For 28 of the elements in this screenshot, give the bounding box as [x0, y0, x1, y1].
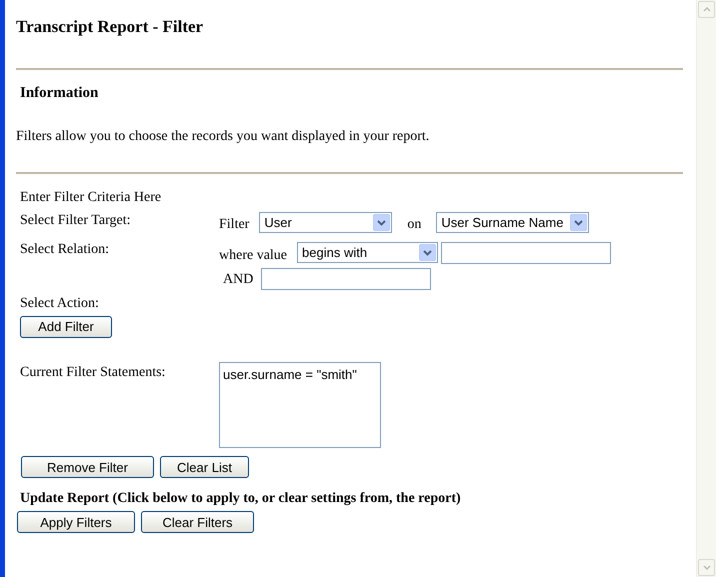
button[interactable]: Add Filter: [20, 316, 112, 338]
section-heading: Information: [20, 84, 100, 102]
field-label: Select Filter Target:: [20, 212, 132, 230]
field-label: on: [407, 216, 422, 234]
dropdown[interactable]: User Surname Name: [436, 212, 590, 233]
section-heading: Enter Filter Criteria Here: [20, 189, 162, 207]
field-label: Filter: [219, 216, 250, 234]
button[interactable]: Clear Filters: [141, 511, 254, 534]
button[interactable]: Clear List: [160, 456, 249, 478]
section-heading: Update Report (Click below to apply to, or clear settings from, the report): [20, 490, 462, 508]
field-label: Select Relation:: [20, 241, 110, 259]
field-label: AND: [223, 270, 254, 288]
list-item[interactable]: user.surname = "smith": [223, 365, 377, 385]
dropdown[interactable]: begins with: [297, 242, 438, 263]
field-label: where value: [219, 247, 288, 265]
field-label: Current Filter Statements:: [20, 364, 166, 382]
list-box[interactable]: user.surname = "smith": [219, 362, 381, 448]
scroll-down-icon[interactable]: [698, 559, 715, 576]
button[interactable]: Apply Filters: [17, 511, 135, 534]
info-text: Filters allow you to choose the records you want displayed in your report.: [16, 128, 430, 146]
input-field[interactable]: [261, 268, 432, 290]
scroll-up-icon[interactable]: [698, 1, 715, 18]
field-label: Select Action:: [20, 295, 100, 313]
page-title: Transcript Report - Filter: [16, 16, 204, 38]
scrollbar[interactable]: [696, 0, 716, 577]
input-field[interactable]: [441, 242, 612, 264]
button[interactable]: Remove Filter: [21, 456, 154, 478]
dropdown[interactable]: User: [259, 212, 392, 233]
